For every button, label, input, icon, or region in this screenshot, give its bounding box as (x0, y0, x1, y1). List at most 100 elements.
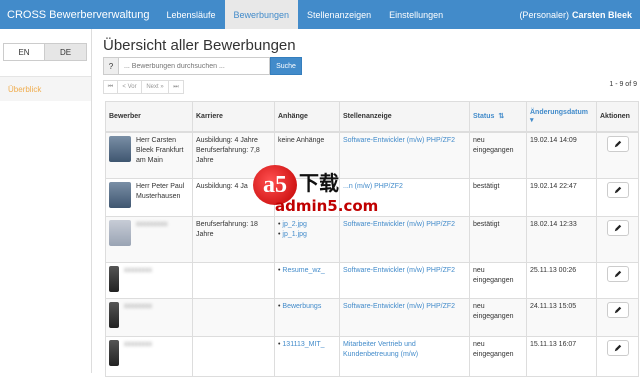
table-row: xxxxxxxx Resume_wz_ Software-Entwickler … (105, 262, 639, 299)
job-link[interactable]: Software-Entwickler (m/w) PHP/ZF2 (343, 221, 455, 228)
cell-actions (596, 216, 639, 263)
search-input[interactable] (119, 57, 270, 75)
page-title: Übersicht aller Bewerbungen (103, 37, 296, 54)
sort-icon: ⇅ (498, 113, 505, 121)
applicant-name[interactable]: Herr Peter Paul Musterhausen (136, 182, 189, 208)
nav-link-bewerbungen[interactable]: Bewerbungen (224, 0, 299, 29)
job-link[interactable]: Mitarbeiter Vertrieb und Kundenbetreuung… (343, 341, 418, 358)
user-menu[interactable]: (Personaler) Carsten Bleek (519, 0, 640, 29)
cell-status: bestätigt (469, 178, 527, 217)
job-link[interactable]: Software-Entwickler (m/w) PHP/ZF2 (343, 267, 455, 274)
attachment-link[interactable]: jp_1.jpg (282, 231, 307, 238)
watermark-overlay: a5 下载 admin5.com (253, 165, 393, 215)
search-bar: ? Suche (103, 57, 302, 75)
search-button[interactable]: Suche (270, 57, 302, 75)
applicant-name[interactable]: xxxxxxxx (124, 340, 152, 366)
cell-attachments: 131113_MIT_ (274, 336, 340, 377)
cell-date: 19.02.14 14:09 (526, 131, 597, 179)
cell-job: Software-Entwickler (m/w) PHP/ZF2 (339, 298, 470, 337)
cell-applicant: Herr Peter Paul Musterhausen (105, 178, 193, 217)
avatar (109, 220, 131, 246)
edit-button[interactable] (606, 220, 629, 236)
attachment-link[interactable]: Bewerbungs (282, 303, 321, 310)
cell-applicant: xxxxxxxx (105, 336, 193, 377)
table-header-row: Bewerber Karriere Anhänge Stellenanzeige… (105, 101, 639, 133)
applicant-name[interactable]: xxxxxxxxx (136, 220, 168, 246)
cell-status: neu eingegangen (469, 298, 527, 337)
cell-actions (596, 336, 639, 377)
nav-link-lebenslaeufe[interactable]: Lebensläufe (157, 0, 224, 29)
job-link[interactable]: Software-Entwickler (m/w) PHP/ZF2 (343, 137, 455, 144)
cell-actions (596, 298, 639, 337)
cell-actions (596, 178, 639, 217)
edit-button[interactable] (606, 340, 629, 356)
header-actions: Aktionen (596, 101, 639, 133)
user-name: Carsten Bleek (571, 9, 632, 20)
applicant-name[interactable]: Herr Carsten Bleek Frankfurt am Main (136, 136, 189, 166)
attachment-link[interactable]: Resume_wz_ (282, 267, 324, 274)
applicant-name[interactable]: xxxxxxxx (124, 302, 152, 328)
header-career: Karriere (192, 101, 275, 133)
lang-en-button[interactable]: EN (3, 43, 45, 61)
pencil-icon (614, 306, 621, 314)
lang-de-button[interactable]: DE (45, 43, 87, 61)
cell-status: neu eingegangen (469, 336, 527, 377)
pager-last-button[interactable]: ⏭ (169, 80, 184, 94)
avatar (109, 266, 119, 292)
applications-table: Bewerber Karriere Anhänge Stellenanzeige… (105, 101, 639, 377)
cell-status: neu eingegangen (469, 262, 527, 299)
edit-button[interactable] (606, 266, 629, 282)
applicant-name[interactable]: xxxxxxxx (124, 266, 152, 292)
cell-attachments: jp_2.jpg jp_1.jpg (274, 216, 340, 263)
header-modified[interactable]: Änderungsdatum ▾ (526, 101, 597, 133)
pagination: ⏮ < Vor Next » ⏭ (103, 80, 184, 94)
cell-status: bestätigt (469, 216, 527, 263)
cell-status: neu eingegangen (469, 131, 527, 179)
sidebar-item-overview[interactable]: Überblick (0, 77, 91, 101)
attachment-link[interactable]: 131113_MIT_ (282, 341, 324, 348)
cell-job: Mitarbeiter Vertrieb und Kundenbetreuung… (339, 336, 470, 377)
page-count: 1 - 9 of 9 (609, 81, 637, 88)
pencil-icon (614, 344, 621, 352)
avatar (109, 302, 119, 328)
header-status-label: Status (473, 113, 495, 121)
edit-button[interactable] (606, 182, 629, 198)
watermark-url: admin5.com (275, 197, 379, 215)
table-row: xxxxxxxx 131113_MIT_ Mitarbeiter Vertrie… (105, 336, 639, 377)
table-row: xxxxxxxx Bewerbungs Software-Entwickler … (105, 298, 639, 337)
attachment-link[interactable]: jp_2.jpg (282, 221, 307, 228)
top-navbar: CROSS Bewerberverwaltung Lebensläufe Bew… (0, 0, 640, 29)
header-job: Stellenanzeige (339, 101, 470, 133)
job-link[interactable]: Software-Entwickler (m/w) PHP/ZF2 (343, 303, 455, 310)
pager-prev-button[interactable]: < Vor (118, 80, 142, 94)
cell-applicant: Herr Carsten Bleek Frankfurt am Main (105, 131, 193, 179)
cell-date: 15.11.13 16:07 (526, 336, 597, 377)
sort-desc-icon: ▾ (530, 116, 534, 124)
cell-attachments: Resume_wz_ (274, 262, 340, 299)
cell-attachments: Bewerbungs (274, 298, 340, 337)
cell-career (192, 298, 275, 337)
search-help-button[interactable]: ? (103, 57, 119, 75)
header-attachments: Anhänge (274, 101, 340, 133)
header-status[interactable]: Status ⇅ (469, 101, 527, 133)
cell-career (192, 336, 275, 377)
pencil-icon (614, 186, 621, 194)
nav-link-stellenanzeigen[interactable]: Stellenanzeigen (298, 0, 380, 29)
edit-button[interactable] (606, 135, 629, 152)
cell-date: 24.11.13 15:05 (526, 298, 597, 337)
cell-applicant: xxxxxxxx (105, 262, 193, 299)
nav-link-einstellungen[interactable]: Einstellungen (380, 0, 452, 29)
cell-actions (596, 131, 639, 179)
pager-next-button[interactable]: Next » (142, 80, 169, 94)
app-brand[interactable]: CROSS Bewerberverwaltung (0, 0, 157, 29)
watermark-title: 下载 (299, 171, 339, 195)
nav-links: Lebensläufe Bewerbungen Stellenanzeigen … (157, 0, 452, 29)
table-row: xxxxxxxxx Berufserfahrung: 18 Jahre jp_2… (105, 216, 639, 263)
avatar (109, 340, 119, 366)
avatar (109, 135, 131, 162)
edit-button[interactable] (606, 302, 629, 318)
cell-career (192, 262, 275, 299)
pager-first-button[interactable]: ⏮ (103, 80, 118, 94)
header-modified-label: Änderungsdatum (530, 108, 588, 116)
cell-date: 25.11.13 00:26 (526, 262, 597, 299)
